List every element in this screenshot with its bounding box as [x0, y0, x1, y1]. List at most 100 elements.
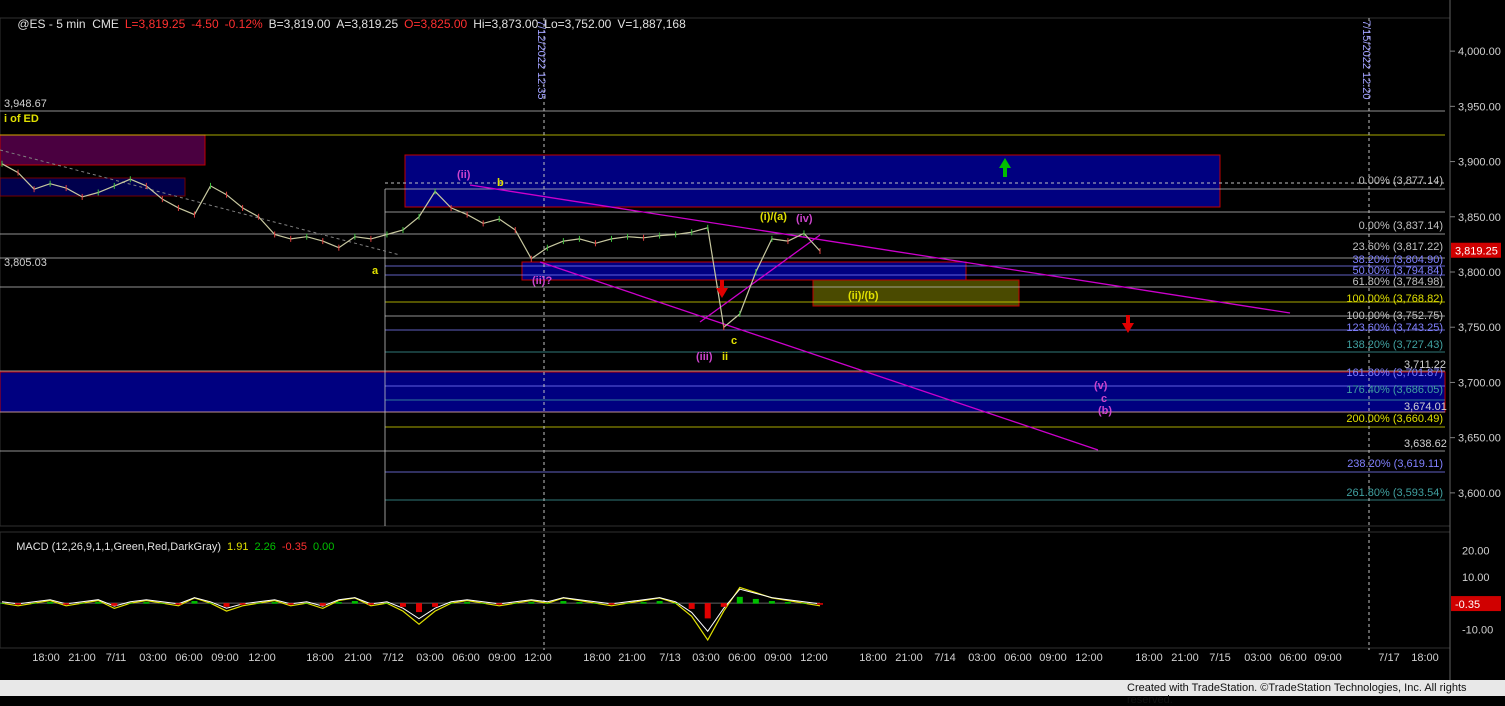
time-tick-label: 03:00 [416, 652, 444, 664]
macd-hist-bar [544, 603, 551, 604]
time-tick-label: 21:00 [618, 652, 646, 664]
time-tick-label: 03:00 [692, 652, 720, 664]
wave-label: (ii)/(b) [848, 290, 879, 302]
macd-hist-bar [672, 603, 679, 604]
macd-hist-bar [175, 603, 182, 605]
time-tick-label: 7/13 [659, 652, 680, 664]
macd-hist-bar [688, 603, 695, 609]
macd-hist-bar [576, 602, 583, 604]
macd-hist-bar [287, 603, 294, 605]
macd-hist-bar [704, 603, 711, 619]
time-tick-label: 09:00 [764, 652, 792, 664]
macd-hist-bar [63, 603, 70, 605]
wave-label: ii [722, 351, 728, 363]
time-tick-label: 7/15 [1209, 652, 1230, 664]
macd-hist-bar [271, 602, 278, 604]
macd-hist-bar [47, 602, 54, 604]
time-tick-label: 21:00 [1171, 652, 1199, 664]
macd-hist-bar [624, 603, 631, 604]
macd-header: MACD (12,26,9,1,1,Green,Red,DarkGray) 1.9… [4, 529, 340, 565]
time-tick-label: 7/14 [934, 652, 955, 664]
quote-header: @ES - 5 min CME L=3,819.25 -4.50 -0.12% B=3,… [4, 3, 692, 45]
low-price: Lo=3,752.00 [544, 17, 612, 31]
macd-value-4: 0.00 [312, 541, 335, 553]
chart-window: 4,000.00 3,950.00 3,900.00 3,850.00 3,800.00… [0, 0, 1505, 706]
fib-label: 61.80% (3,784.98) [1352, 276, 1443, 288]
macd-hist-bar [95, 602, 102, 604]
fib-label: 0.00% (3,877.14) [1359, 175, 1443, 187]
time-tick-label: 18:00 [32, 652, 60, 664]
macd-value-2: 2.26 [254, 541, 276, 553]
zone-lower-box [0, 371, 1446, 413]
macd-hist-bar [223, 603, 230, 607]
time-tick-label: 09:00 [1039, 652, 1067, 664]
macd-hist-bar [351, 601, 358, 604]
wave-label: (iii) [696, 351, 713, 363]
time-tick-label: 03:00 [139, 652, 167, 664]
wave-label: (ii)? [532, 275, 552, 287]
fib-label: 0.00% (3,837.14) [1359, 220, 1443, 232]
macd-hist-bar [752, 598, 759, 604]
macd-hist-bar [592, 603, 599, 604]
macd-hist-bar [608, 603, 615, 605]
open-price: O=3,825.00 [404, 17, 468, 31]
time-tick-label: 09:00 [1314, 652, 1342, 664]
macd-hist-bar [319, 603, 326, 606]
wave-label: (i)/(a) [760, 211, 787, 223]
time-tick-label: 18:00 [306, 652, 334, 664]
wave-label: (b) [1098, 405, 1112, 417]
net-change: -4.50 [191, 17, 219, 31]
credit-text: Created with TradeStation. ©TradeStation… [1127, 682, 1467, 706]
wave-label: (v) [1094, 380, 1108, 392]
wave-label: c [731, 335, 737, 347]
macd-hist-bar [432, 603, 439, 607]
zone-mid-box [521, 261, 967, 281]
time-tick-label: 18:00 [859, 652, 887, 664]
fib-label: 238.20% (3,619.11) [1347, 458, 1443, 470]
price-tick-label: 3,600.00 [1458, 488, 1501, 500]
macd-hist-bar [191, 601, 198, 604]
price-chart[interactable]: 4,000.00 3,950.00 3,900.00 3,850.00 3,800.00… [0, 0, 1505, 696]
fib-label: 161.80% (3,701.87) [1346, 367, 1443, 379]
macd-hist-bar [159, 603, 166, 604]
price-tick-label: 3,850.00 [1458, 212, 1501, 224]
macd-hist-bar [239, 603, 246, 605]
volume: V=1,887,168 [617, 17, 686, 31]
macd-hist-bar [111, 603, 118, 606]
time-tick-label: 18:00 [1411, 652, 1439, 664]
fib-label: 23.60% (3,817.22) [1352, 241, 1443, 253]
wave-label: a [372, 265, 379, 277]
time-tick-label: 12:00 [800, 652, 828, 664]
time-tick-label: 06:00 [175, 652, 203, 664]
wave-label: (ii) [457, 169, 471, 181]
price-level-label: 3,948.67 [4, 98, 47, 110]
price-tick-label: 3,750.00 [1458, 322, 1501, 334]
time-tick-label: 12:00 [1075, 652, 1103, 664]
macd-hist-bar [367, 603, 374, 605]
time-tick-label: 06:00 [452, 652, 480, 664]
time-tick-label: 12:00 [524, 652, 552, 664]
time-tick-label: 21:00 [68, 652, 96, 664]
macd-hist-bar [207, 603, 214, 604]
macd-hist-bar [127, 603, 134, 604]
macd-hist-bar [768, 601, 775, 604]
macd-hist-bar [448, 603, 455, 604]
zone-upper-box [404, 154, 1221, 208]
fib-label: 123.60% (3,743.25) [1346, 322, 1443, 334]
bid-price: B=3,819.00 [268, 17, 331, 31]
macd-hist-bar [303, 603, 310, 604]
macd-tick-label: -10.00 [1462, 624, 1493, 636]
macd-hist-bar [480, 603, 487, 604]
macd-value-1: 1.91 [227, 541, 249, 553]
fib-label: 200.00% (3,660.49) [1346, 413, 1443, 425]
macd-hist-bar [656, 601, 663, 604]
time-tick-label: 12:00 [248, 652, 276, 664]
macd-hist-bar [79, 603, 86, 604]
macd-value-3: -0.35 [281, 541, 307, 553]
price-level-label: 3,674.01 [1404, 401, 1447, 413]
fib-label: 100.00% (3,752.75) [1346, 310, 1443, 322]
ask-price: A=3,819.25 [336, 17, 399, 31]
time-tick-label: 7/17 [1378, 652, 1399, 664]
time-tick-label: 7/12 [382, 652, 403, 664]
time-tick-label: 03:00 [968, 652, 996, 664]
